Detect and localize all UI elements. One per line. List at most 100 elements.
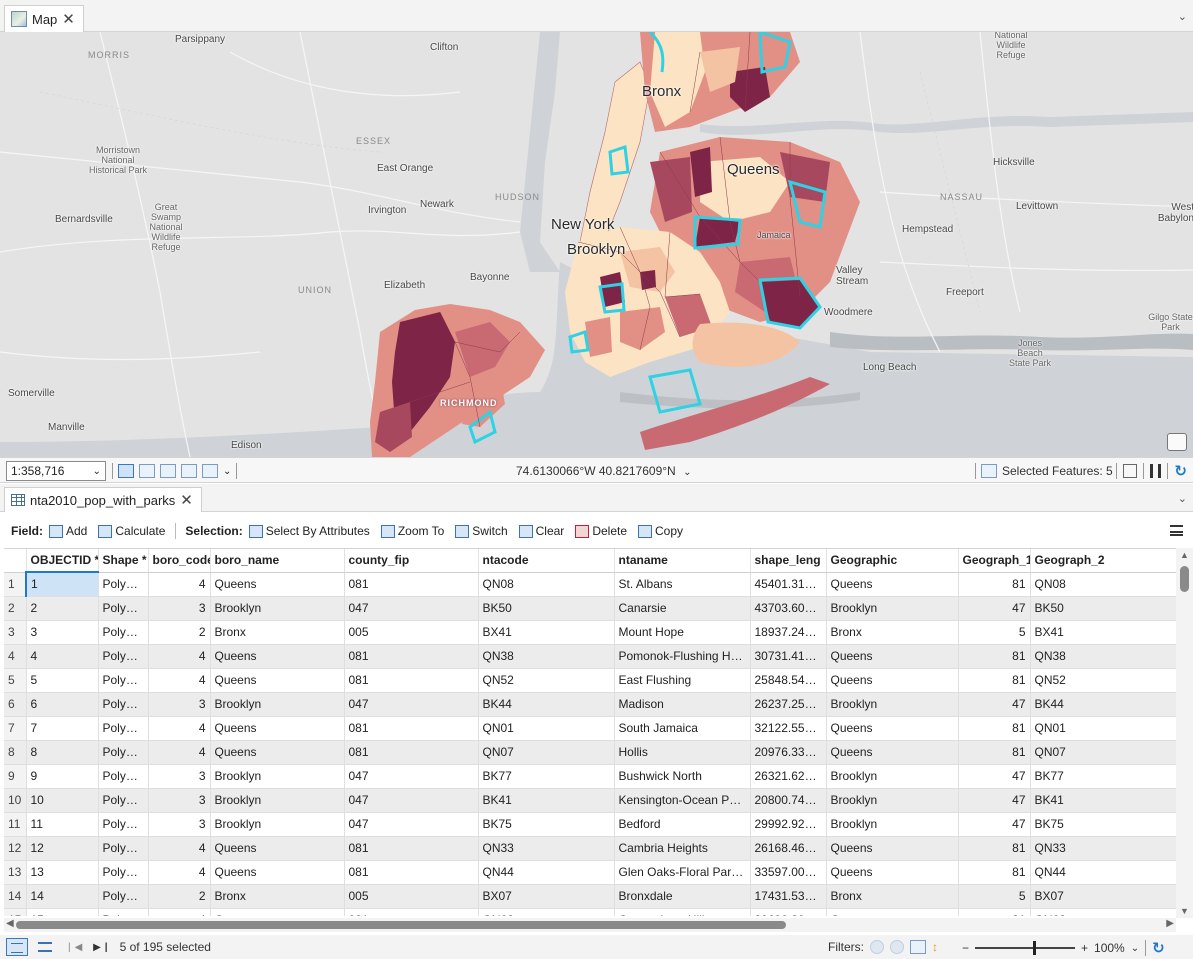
table-cell[interactable]: Bronx [210,884,345,909]
table-cell[interactable]: 4 [148,908,211,916]
table-row[interactable]: 1515Polygon4Queens081QN62Queensboro Hill… [4,908,1176,916]
table-cell[interactable]: QN52 [1030,668,1176,693]
table-cell[interactable]: Polygon [98,788,149,813]
table-cell[interactable]: 047 [344,596,479,621]
table-cell[interactable]: Bronxdale [614,884,751,909]
table-cell[interactable]: Pomonok-Flushing Hei... [614,644,751,669]
row-header-corner[interactable] [4,549,27,573]
table-cell[interactable]: 6 [26,692,99,717]
table-cell[interactable]: 047 [344,788,479,813]
table-cell[interactable]: 20976.335921 [750,740,827,765]
table-cell[interactable]: 26321.627101 [750,764,827,789]
table-cell[interactable]: Queens [826,644,959,669]
chevron-down-icon[interactable]: ⌄ [223,466,231,477]
table-cell[interactable]: 25848.545511 [750,668,827,693]
table-cell[interactable]: 081 [344,740,479,765]
column-header[interactable]: shape_leng [750,549,827,573]
calculate-field-button[interactable]: Calculate [98,524,165,538]
table-cell[interactable]: 17431.532451 [750,884,827,909]
table-cell[interactable]: South Jamaica [614,716,751,741]
table-cell[interactable]: 30731.419625 [750,644,827,669]
table-cell[interactable]: 2 [26,596,99,621]
column-header[interactable]: Geograph_1 [958,549,1031,573]
scroll-left-icon[interactable]: ◀ [6,918,14,929]
zoom-level[interactable]: 100% [1094,941,1125,955]
table-cell[interactable]: Mount Hope [614,620,751,645]
coordinate-readout[interactable]: 74.6130066°W 40.8217609°N ⌄ [516,464,691,478]
table-row[interactable]: 8 8 Polygon 4 Queens 081 QN07 Hollis 20976.33592… [4,740,1176,765]
table-cell[interactable]: Brooklyn [826,596,959,621]
table-cell[interactable]: 4 [148,644,211,669]
table-row[interactable]: 5 5 Polygon 4 Queens 081 QN52 East Flushing 2584… [4,668,1176,693]
column-header[interactable]: boro_code [148,549,211,573]
table-cell[interactable]: Queens [826,716,959,741]
table-cell[interactable]: 13 [26,860,99,885]
table-row[interactable]: 6 6 Polygon 3 Brooklyn 047 BK44 Madison 26237.25… [4,692,1176,717]
table-row[interactable]: 2 2 Polygon 3 Brooklyn 047 BK50 Canarsie 43703.6… [4,596,1176,621]
table-cell[interactable]: 9 [26,764,99,789]
table-cell[interactable]: 1 [25,572,99,597]
table-cell[interactable]: Bronx [210,620,345,645]
table-cell[interactable]: Queens [826,740,959,765]
pause-icon[interactable] [1150,464,1162,478]
table-cell[interactable]: BK75 [1030,812,1176,837]
table-cell[interactable]: BX07 [478,884,615,909]
table-cell[interactable]: BX41 [1030,620,1176,645]
table-cell[interactable]: Brooklyn [210,812,345,837]
table-cell[interactable]: 81 [958,836,1031,861]
table-cell[interactable]: Brooklyn [210,596,345,621]
table-cell[interactable]: BK50 [478,596,615,621]
table-cell[interactable]: Polygon [98,812,149,837]
table-cell[interactable]: QN62 [478,908,615,916]
table-cell[interactable]: Polygon [98,668,149,693]
table-cell[interactable]: 30690.301039 [750,908,827,916]
scroll-thumb[interactable] [16,921,786,929]
table-cell[interactable]: East Flushing [614,668,751,693]
map-view[interactable]: Parsippany Clifton MORRIS ESSEX HUDSON U… [0,32,1193,457]
zoom-slider[interactable] [975,941,1076,955]
column-header[interactable]: boro_name [210,549,345,573]
table-row[interactable]: 7 7 Polygon 4 Queens 081 QN01 South Jamaica 3212… [4,716,1176,741]
table-cell[interactable]: 005 [344,620,479,645]
table-cell[interactable]: QN07 [478,740,615,765]
table-cell[interactable]: 2 [148,884,211,909]
table-cell[interactable]: Queens [210,716,345,741]
table-tab[interactable]: nta2010_pop_with_parks ✕ [4,487,202,512]
table-cell[interactable]: 047 [344,812,479,837]
table-cell[interactable]: 5 [958,620,1031,645]
attribute-table[interactable]: OBJECTID * Shape * boro_code boro_name c… [4,548,1176,916]
table-cell[interactable]: 26237.257939 [750,692,827,717]
table-cell[interactable]: Polygon [98,692,149,717]
table-cell[interactable]: 081 [344,644,479,669]
table-cell[interactable]: 2 [148,620,211,645]
extent-icon[interactable] [1123,464,1138,478]
table-cell[interactable]: Glen Oaks-Floral Park-... [614,860,751,885]
basemap-icon[interactable] [1167,433,1187,451]
table-cell[interactable]: 047 [344,692,479,717]
table-cell[interactable]: QN08 [1030,572,1176,597]
table-cell[interactable]: QN38 [1030,644,1176,669]
scroll-right-icon[interactable]: ▶ [1166,918,1174,929]
zoom-out-icon[interactable]: − [962,941,969,955]
table-cell[interactable]: BX41 [478,620,615,645]
table-cell[interactable]: Queens [210,836,345,861]
snapping-icon[interactable] [160,464,176,478]
table-cell[interactable]: 10 [26,788,99,813]
table-row[interactable]: 12 12 Polygon 4 Queens 081 QN33 Cambria Heights… [4,836,1176,861]
table-cell[interactable]: 81 [958,572,1031,597]
table-cell[interactable]: 3 [148,812,211,837]
table-row[interactable]: 10 10 Polygon 3 Brooklyn 047 BK41 Kensington-Oc… [4,788,1176,813]
table-cell[interactable]: 8 [26,740,99,765]
table-cell[interactable]: 4 [148,740,211,765]
table-cell[interactable]: BK50 [1030,596,1176,621]
table-cell[interactable]: 3 [148,764,211,789]
add-field-button[interactable]: Add [49,524,87,538]
sort-icon[interactable]: ↕ [932,940,938,954]
table-cell[interactable]: 47 [958,596,1031,621]
table-cell[interactable]: 7 [26,716,99,741]
table-cell[interactable]: 4 [26,644,99,669]
table-cell[interactable]: Brooklyn [826,788,959,813]
switch-selection-button[interactable]: Switch [455,524,508,538]
clear-selection-button[interactable]: Clear [518,524,564,538]
chevron-down-icon[interactable]: ⌄ [1178,492,1187,505]
